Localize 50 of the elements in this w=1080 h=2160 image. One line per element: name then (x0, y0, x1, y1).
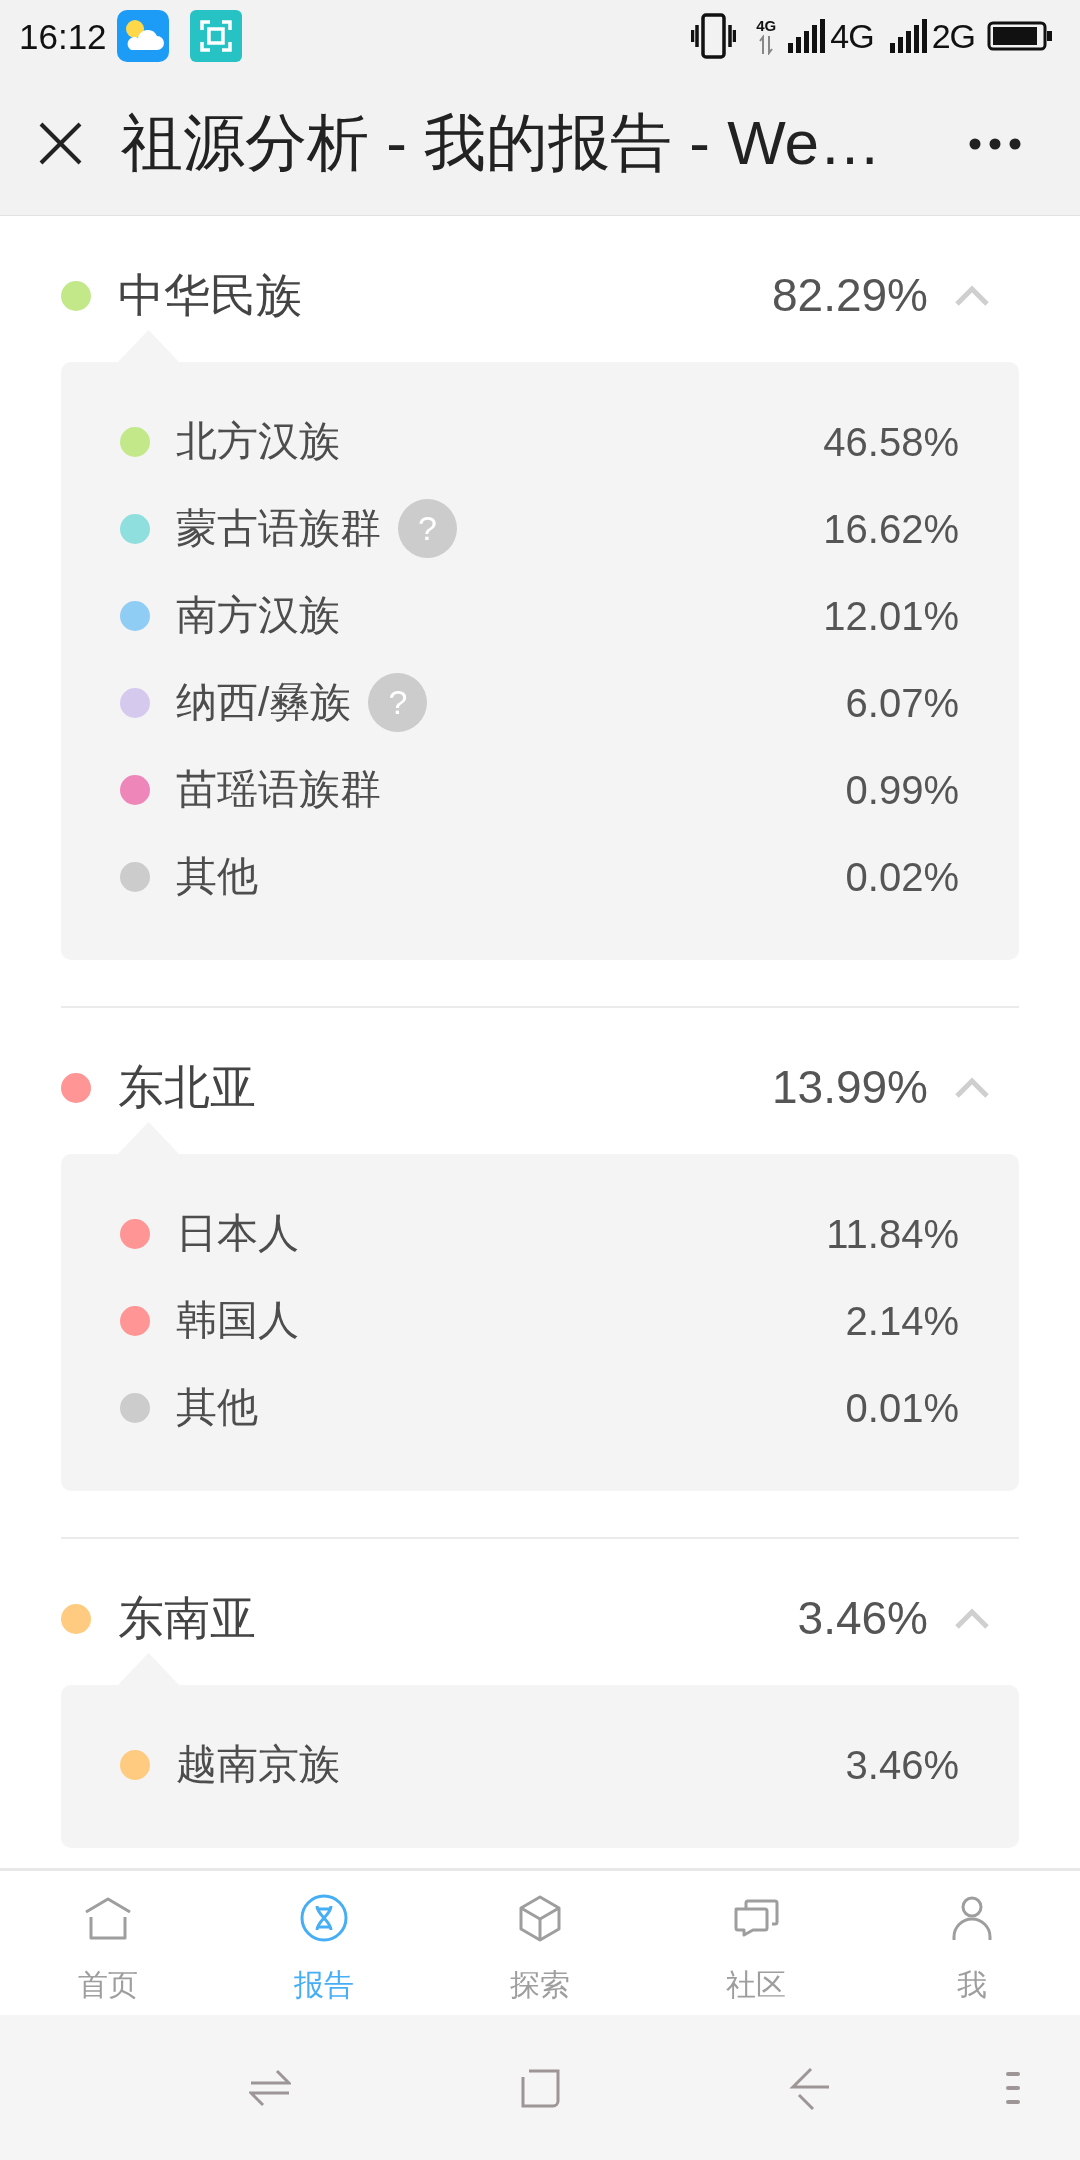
scan-frame-icon (189, 10, 242, 62)
ancestry-percentage: 46.58% (823, 418, 959, 466)
ancestry-percentage: 6.07% (845, 679, 959, 727)
ancestry-percentage: 16.62% (823, 505, 959, 553)
status-time: 16:12 (19, 18, 107, 54)
ancestry-percentage: 12.01% (823, 592, 959, 640)
battery-icon (987, 21, 1053, 51)
group-name: 东北亚 (118, 1060, 256, 1116)
group-percentage: 13.99% (772, 1060, 928, 1116)
chevron-up-icon[interactable] (954, 1608, 990, 1630)
ancestry-name: 蒙古语族群 (176, 503, 381, 553)
ancestry-name: 纳西/彝族 (176, 677, 352, 727)
chevron-up-icon[interactable] (954, 1077, 990, 1099)
network-label: 2G (931, 19, 975, 53)
nav-tab[interactable]: 探索 (432, 1871, 648, 2015)
ancestry-name: 越南京族 (176, 1739, 340, 1789)
close-icon[interactable] (38, 121, 83, 166)
ancestry-percentage: 0.99% (845, 766, 959, 814)
ancestry-name: 韩国人 (176, 1295, 299, 1345)
ancestry-percentage: 11.84% (826, 1210, 959, 1258)
nav-tab[interactable]: 报告 (216, 1871, 432, 2015)
group-name: 中华民族 (118, 268, 302, 324)
nav-tab[interactable]: 我 (864, 1871, 1080, 2015)
page-title: 祖源分析 - 我的报告 - We… (121, 107, 882, 180)
vibrate-icon (691, 13, 737, 59)
more-icon[interactable] (969, 137, 1021, 150)
chevron-up-icon[interactable] (954, 285, 990, 307)
ancestry-name: 日本人 (176, 1208, 299, 1258)
ancestry-name: 北方汉族 (176, 416, 340, 466)
data-type-label: 4G (756, 17, 777, 33)
group-percentage: 82.29% (772, 268, 928, 324)
ancestry-name: 苗瑶语族群 (176, 764, 381, 814)
ancestry-percentage: 3.46% (845, 1741, 959, 1789)
ancestry-percentage: 0.01% (845, 1384, 959, 1432)
help-button[interactable]: ? (368, 673, 428, 732)
ancestry-name: 其他 (176, 1382, 258, 1432)
group-name: 东南亚 (118, 1591, 256, 1647)
network-label: 4G (830, 19, 874, 53)
signal-icon (889, 19, 930, 53)
nav-tab[interactable]: 首页 (0, 1871, 216, 2015)
ancestry-name: 其他 (176, 851, 258, 901)
menu-icon[interactable] (1004, 2069, 1021, 2106)
dna-icon (300, 1894, 348, 1942)
nav-tab[interactable]: 社区 (648, 1871, 864, 2015)
group-percentage: 3.46% (797, 1591, 928, 1647)
help-button[interactable]: ? (398, 499, 457, 558)
ancestry-percentage: 0.02% (845, 853, 959, 901)
ancestry-percentage: 2.14% (845, 1297, 959, 1345)
cloud-sun-icon (116, 10, 169, 62)
ancestry-name: 南方汉族 (176, 590, 340, 640)
